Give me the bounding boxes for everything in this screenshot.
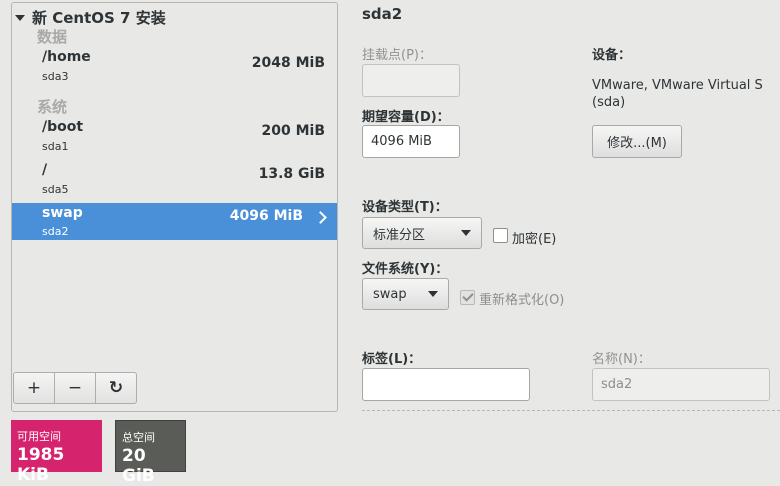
- device-value: VMware, VMware Virtual S (sda): [592, 78, 763, 110]
- partition-size: 13.8 GiB: [258, 166, 325, 182]
- partition-row-boot[interactable]: /boot sda1 200 MiB: [12, 118, 337, 160]
- device-type-label: 设备类型(T)：: [362, 200, 448, 215]
- name-input[interactable]: sda2: [592, 368, 770, 401]
- refresh-button[interactable]: ↻: [95, 372, 137, 404]
- partition-mount: /home: [42, 49, 91, 65]
- dropdown-arrow-icon: [461, 230, 471, 236]
- filesystem-label: 文件系统(Y)：: [362, 262, 449, 277]
- partition-row-root[interactable]: / sda5 13.8 GiB: [12, 161, 337, 203]
- total-space-box: 总空间 20 GiB: [115, 420, 186, 486]
- filesystem-value: swap: [373, 286, 407, 302]
- selected-partition-title: sda2: [362, 5, 403, 23]
- remove-partition-button[interactable]: −: [54, 372, 96, 404]
- partition-size: 2048 MiB: [251, 55, 325, 71]
- device-label: 设备：: [592, 48, 632, 63]
- total-space-value: 20 GiB: [122, 446, 155, 486]
- partition-device: sda5: [42, 183, 69, 196]
- add-partition-button[interactable]: +: [13, 372, 55, 404]
- installation-title: 新 CentOS 7 安装: [32, 9, 166, 27]
- filesystem-select[interactable]: swap: [362, 278, 449, 310]
- dropdown-arrow-icon: [428, 291, 438, 297]
- partition-device: sda1: [42, 140, 69, 153]
- tag-label: 标签(L)：: [362, 352, 422, 367]
- divider: [362, 410, 780, 411]
- group-label-system: 系统: [37, 98, 68, 116]
- encrypt-checkbox[interactable]: [493, 228, 508, 243]
- partition-device: sda2: [42, 225, 69, 238]
- chevron-right-icon: [314, 211, 327, 224]
- available-space-value: 1985 KiB: [17, 445, 65, 485]
- tag-input[interactable]: [362, 368, 530, 401]
- partition-row-home[interactable]: /home sda3 2048 MiB: [12, 48, 337, 90]
- partition-size: 200 MiB: [261, 123, 326, 139]
- reformat-checkbox[interactable]: [460, 290, 475, 305]
- partition-mount: swap: [42, 205, 83, 221]
- partition-tree: 新 CentOS 7 安装 数据 /home sda3 2048 MiB 系统 …: [11, 2, 338, 412]
- available-space-label: 可用空间: [17, 430, 61, 443]
- name-label: 名称(N)：: [592, 352, 651, 367]
- available-space-box: 可用空间 1985 KiB: [11, 420, 102, 485]
- partition-toolbar: + − ↻: [13, 372, 137, 404]
- partition-row-swap[interactable]: swap sda2 4096 MiB: [12, 203, 337, 240]
- group-label-data: 数据: [37, 28, 68, 46]
- desired-capacity-label: 期望容量(D)：: [362, 110, 450, 125]
- partition-size: 4096 MiB: [229, 208, 303, 224]
- installation-header[interactable]: 新 CentOS 7 安装: [15, 7, 166, 28]
- partition-mount: /: [42, 162, 48, 178]
- expand-triangle-icon[interactable]: [15, 14, 25, 21]
- modify-button[interactable]: 修改...(M): [592, 125, 682, 158]
- total-space-label: 总空间: [122, 431, 155, 444]
- desired-capacity-input[interactable]: 4096 MiB: [362, 125, 460, 158]
- device-type-select[interactable]: 标准分区: [362, 217, 482, 249]
- mount-point-input[interactable]: [362, 64, 460, 97]
- device-type-value: 标准分区: [373, 227, 426, 243]
- encrypt-label: 加密(E): [512, 232, 557, 247]
- partition-device: sda3: [42, 70, 69, 83]
- mount-point-label: 挂载点(P)：: [362, 48, 432, 63]
- reformat-label: 重新格式化(O): [479, 293, 565, 308]
- partition-mount: /boot: [42, 119, 84, 135]
